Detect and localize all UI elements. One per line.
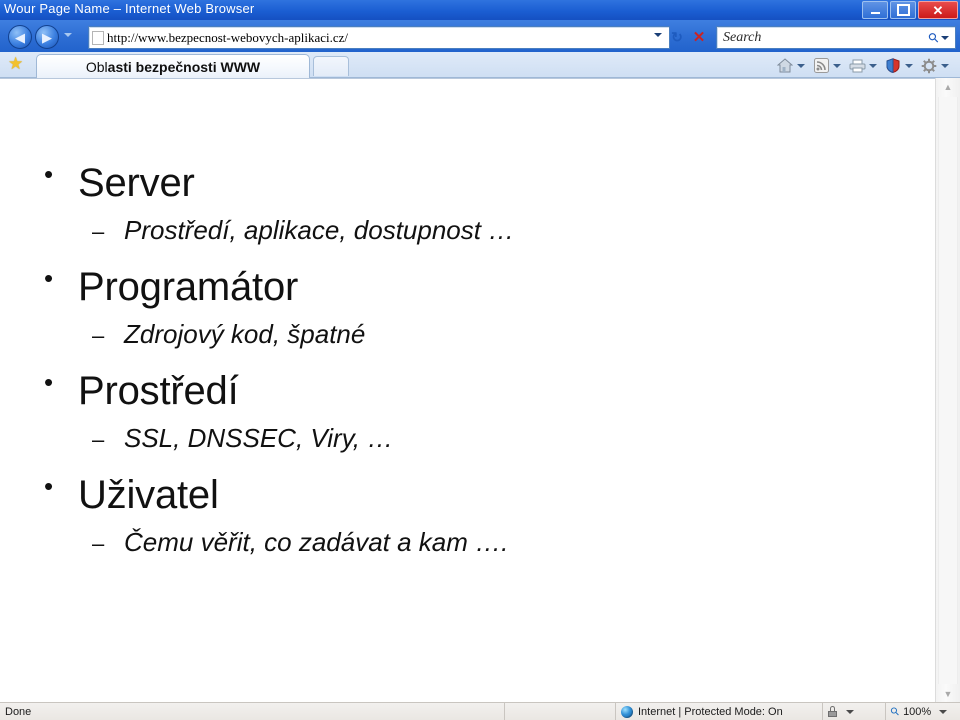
print-tool[interactable]	[846, 56, 882, 76]
internet-globe-icon	[621, 705, 633, 718]
bullet-item: • Server	[0, 161, 936, 205]
command-bar	[774, 54, 954, 77]
rss-feed-icon[interactable]	[810, 56, 832, 76]
print-icon-svg	[849, 59, 865, 72]
tab-bar: ★ Oblasti bezpečnosti WWW	[0, 52, 960, 78]
minimize-button[interactable]	[862, 1, 888, 19]
zoom-chevron-down-icon[interactable]	[939, 709, 948, 714]
sub-bullet-item: – Zdrojový kod, špatné	[0, 319, 936, 349]
address-bar[interactable]: http://www.bezpecnost-webovych-aplikaci.…	[88, 26, 670, 49]
safety-tool[interactable]	[882, 56, 918, 76]
address-dropdown-chevron-down-icon[interactable]	[654, 33, 662, 37]
scrollbar-track[interactable]	[938, 97, 958, 684]
sub-bullet-text: SSL, DNSSEC, Viry, …	[124, 423, 394, 453]
sub-bullet-dash-glyph: –	[92, 531, 105, 556]
page-icon	[92, 30, 104, 45]
vertical-scrollbar[interactable]: ▲ ▼	[935, 78, 960, 703]
search-input[interactable]: Search	[723, 30, 929, 46]
sub-bullet-item: – SSL, DNSSEC, Viry, …	[0, 423, 936, 453]
favorites-star-icon[interactable]: ★	[8, 55, 23, 72]
print-icon[interactable]	[846, 56, 868, 76]
sub-bullet-dash-glyph: –	[92, 323, 105, 348]
sub-bullet-text: Čemu věřit, co zadávat a kam ….	[124, 527, 509, 557]
maximize-icon	[896, 4, 910, 16]
home-tool[interactable]	[774, 56, 810, 76]
security-zone-label: Internet | Protected Mode: On	[638, 705, 783, 718]
feeds-chevron-down-icon[interactable]	[833, 63, 841, 68]
lock-body	[828, 711, 837, 717]
tab-label: Oblasti bezpečnosti WWW	[86, 59, 260, 75]
bullet-item: • Uživatel	[0, 473, 936, 517]
address-bar-value: http://www.bezpecnost-webovych-aplikaci.…	[107, 29, 349, 45]
bullet-item: • Prostředí	[0, 369, 936, 413]
bullet-glyph: •	[44, 159, 54, 189]
tools-chevron-down-icon[interactable]	[941, 63, 949, 68]
status-bar: Done Internet | Protected Mode: On ⚲ 100…	[0, 702, 960, 720]
bullet-glyph: •	[44, 471, 54, 501]
bullet-title: Uživatel	[78, 473, 219, 517]
bullet-glyph: •	[44, 263, 54, 293]
lock-icon	[828, 706, 837, 717]
sub-bullet-dash-glyph: –	[92, 427, 105, 452]
bullet-item: • Programátor	[0, 265, 936, 309]
tab-label-prefix: Obl	[85, 58, 108, 75]
recent-pages-chevron-down-icon[interactable]	[64, 33, 72, 37]
close-button[interactable]: ✕	[918, 1, 958, 19]
minimize-icon	[870, 11, 880, 14]
zoom-magnifier-icon: ⚲	[888, 704, 903, 719]
sub-bullet-text: Prostředí, aplikace, dostupnost …	[124, 215, 515, 245]
browser-window: Wour Page Name – Internet Web Browser ✕ …	[0, 0, 960, 720]
window-controls: ✕	[862, 1, 958, 19]
status-text: Done	[0, 703, 505, 720]
forward-button[interactable]: ▶	[35, 25, 59, 49]
tab-oblasti-bezpecnosti-www[interactable]: Oblasti bezpečnosti WWW	[36, 54, 310, 78]
search-box[interactable]: Search ⚲	[716, 26, 956, 49]
bullet-title: Programátor	[78, 265, 299, 309]
rss-feed-icon-svg	[813, 58, 829, 73]
print-chevron-down-icon[interactable]	[869, 63, 877, 68]
page-content: • Server – Prostředí, aplikace, dostupno…	[0, 78, 936, 704]
bullet-title: Server	[78, 161, 195, 205]
stop-icon[interactable]: ✕	[690, 28, 708, 46]
zoom-control[interactable]: ⚲ 100%	[886, 703, 960, 720]
privacy-chevron-down-icon[interactable]	[846, 709, 854, 714]
tools-tool[interactable]	[918, 56, 954, 76]
safety-shield-icon-svg	[886, 58, 900, 73]
home-icon-svg	[777, 58, 793, 73]
bullet-title: Prostředí	[78, 369, 239, 413]
slide-body: • Server – Prostředí, aplikace, dostupno…	[0, 161, 936, 557]
scroll-down-arrow-icon[interactable]: ▼	[936, 685, 960, 703]
sub-bullet-item: – Prostředí, aplikace, dostupnost …	[0, 215, 936, 245]
safety-chevron-down-icon[interactable]	[905, 63, 913, 68]
refresh-icon[interactable]: ↻	[668, 28, 686, 46]
sub-bullet-text: Zdrojový kod, špatné	[124, 319, 366, 349]
sub-bullet-dash-glyph: –	[92, 219, 105, 244]
title-bar: Wour Page Name – Internet Web Browser ✕	[0, 0, 960, 20]
home-chevron-down-icon[interactable]	[797, 63, 805, 68]
new-tab-button[interactable]	[313, 56, 349, 76]
tools-gear-icon-svg	[921, 58, 937, 73]
maximize-button[interactable]	[890, 1, 916, 19]
sub-bullet-item: – Čemu věřit, co zadávat a kam ….	[0, 527, 936, 557]
tools-gear-icon[interactable]	[918, 56, 940, 76]
home-icon[interactable]	[774, 56, 796, 76]
tab-label-main: asti bezpečnosti WWW	[107, 58, 261, 75]
back-button[interactable]: ◀	[8, 25, 32, 49]
bullet-glyph: •	[44, 367, 54, 397]
status-spacer	[505, 703, 616, 720]
safety-shield-icon[interactable]	[882, 56, 904, 76]
security-zone[interactable]: Internet | Protected Mode: On	[616, 703, 823, 720]
scroll-up-arrow-icon[interactable]: ▲	[936, 78, 960, 96]
zoom-level-label: 100%	[903, 705, 932, 718]
privacy-report-button[interactable]	[823, 703, 886, 720]
feeds-tool[interactable]	[810, 56, 846, 76]
window-title: Wour Page Name – Internet Web Browser	[4, 1, 255, 16]
